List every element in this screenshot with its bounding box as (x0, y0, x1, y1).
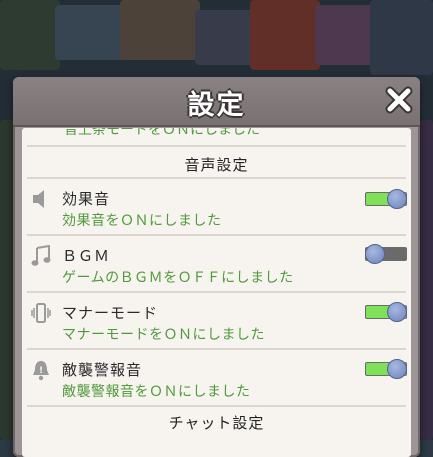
setting-label: マナーモード (62, 304, 159, 322)
close-icon[interactable] (384, 85, 414, 115)
divider (27, 348, 406, 350)
previous-setting-status: 音上条モードをＯＮにしました (64, 128, 260, 138)
alarm-bell-icon: ! (33, 361, 49, 381)
section-chat-settings: チャット設定 (168, 414, 265, 432)
dialog-title: 設定 (187, 90, 246, 121)
setting-label: ＢＧＭ (62, 247, 111, 265)
setting-label: 効果音 (62, 190, 111, 208)
setting-status: 効果音をＯＮにしました (62, 213, 222, 229)
setting-status: マナーモードをＯＮにしました (62, 327, 265, 343)
section-sound-settings: 音声設定 (184, 156, 249, 174)
divider (27, 291, 406, 293)
setting-status: 敵襲警報音をＯＮにしました (62, 384, 251, 400)
divider (27, 234, 406, 236)
enemy-alarm-toggle[interactable] (365, 359, 407, 379)
settings-list[interactable]: 音上条モードをＯＮにしました 音声設定 効果音 効果音をＯＮにしました ＢＧＭ (22, 128, 411, 457)
svg-text:!: ! (39, 366, 43, 376)
manner-mode-toggle[interactable] (365, 302, 407, 322)
divider (27, 177, 406, 179)
sfx-toggle[interactable] (365, 189, 407, 209)
setting-label: 敵襲警報音 (62, 361, 143, 379)
speaker-icon (33, 190, 44, 208)
divider (27, 145, 406, 147)
vibrate-icon (31, 303, 51, 323)
dialog-titlebar: 設定 (13, 77, 420, 127)
music-note-icon (31, 245, 51, 266)
bgm-toggle[interactable] (365, 244, 407, 264)
divider (27, 405, 406, 407)
settings-dialog: 設定 音上条モードをＯＮにしました 音声設定 効果音 効果音をＯＮにしました Ｂ… (13, 77, 420, 457)
setting-status: ゲームのＢＧＭをＯＦＦにしました (62, 270, 294, 286)
